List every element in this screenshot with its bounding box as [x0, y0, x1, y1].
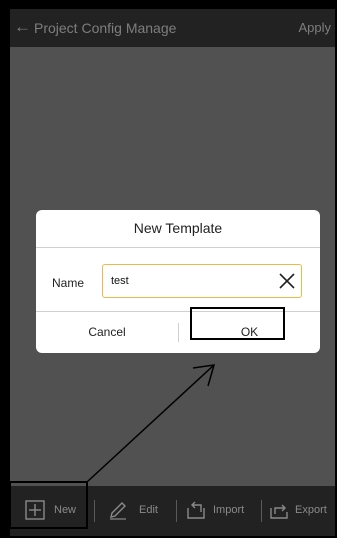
page-title: Project Config Manage — [34, 20, 177, 36]
import-icon — [187, 501, 205, 519]
pencil-icon — [110, 502, 126, 520]
export-button[interactable]: Export — [269, 486, 335, 536]
title-bar: ← Project Config Manage Apply — [10, 9, 335, 47]
edit-label: Edit — [139, 504, 158, 516]
name-label: Name — [52, 276, 85, 290]
toolbar-separator — [176, 500, 177, 522]
import-label: Import — [213, 504, 245, 516]
toolbar-separator — [94, 500, 95, 522]
dialog-title: New Template — [133, 220, 223, 236]
new-highlight-box — [9, 481, 88, 529]
import-button[interactable]: Import — [186, 486, 258, 536]
apply-button[interactable]: Apply — [298, 20, 331, 36]
export-icon — [270, 504, 288, 519]
ok-highlight-box — [190, 307, 285, 340]
cancel-button[interactable]: Cancel — [36, 312, 178, 353]
edit-button[interactable]: Edit — [108, 486, 166, 536]
phone-screen: ← Project Config Manage Apply New Templa… — [10, 9, 335, 536]
close-icon[interactable] — [279, 273, 295, 289]
name-input[interactable]: test — [102, 264, 302, 298]
export-label: Export — [295, 504, 327, 516]
arrow-left-icon[interactable]: ← — [14, 17, 31, 37]
toolbar-separator — [261, 500, 262, 522]
name-input-value: test — [111, 275, 129, 287]
divider — [36, 247, 320, 248]
